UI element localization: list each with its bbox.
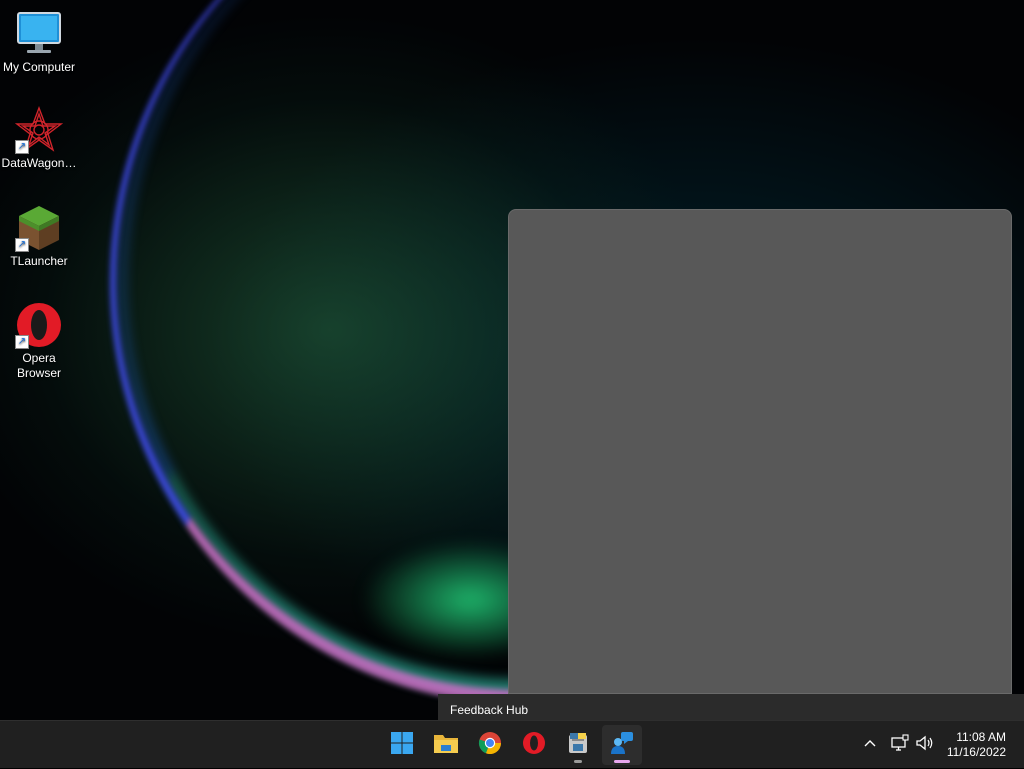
shortcut-arrow-icon: ↗ bbox=[15, 140, 29, 154]
taskbar-file-explorer[interactable] bbox=[426, 725, 466, 765]
taskbar: 11:08 AM 11/16/2022 bbox=[0, 720, 1024, 768]
opera-icon bbox=[522, 731, 546, 760]
desktop-icon-label: Opera Browser bbox=[16, 351, 61, 380]
desktop-icon-label: TLauncher bbox=[10, 254, 68, 268]
windows-start-icon bbox=[390, 731, 414, 760]
shortcut-arrow-icon: ↗ bbox=[15, 335, 29, 349]
desktop-icon-my-computer[interactable]: My Computer bbox=[0, 10, 78, 75]
python-disk-icon bbox=[566, 731, 590, 760]
desktop-icon-tlauncher[interactable]: ↗ TLauncher bbox=[0, 204, 78, 269]
taskbar-chrome[interactable] bbox=[470, 725, 510, 765]
datawagon-icon: ↗ bbox=[14, 106, 64, 154]
minecraft-grass-block-icon: ↗ bbox=[15, 204, 63, 252]
taskbar-python[interactable] bbox=[558, 725, 598, 765]
app-flyout-panel[interactable] bbox=[508, 209, 1012, 694]
network-icon bbox=[890, 733, 910, 757]
volume-button[interactable] bbox=[915, 721, 935, 769]
desktop-icon-opera-browser[interactable]: ↗ Opera Browser bbox=[0, 301, 78, 381]
taskbar-feedback-hub[interactable] bbox=[602, 725, 642, 765]
shortcut-arrow-icon: ↗ bbox=[15, 238, 29, 252]
network-button[interactable] bbox=[890, 721, 910, 769]
system-clock[interactable]: 11:08 AM 11/16/2022 bbox=[947, 730, 1006, 760]
running-indicator bbox=[574, 760, 582, 763]
opera-icon: ↗ bbox=[15, 301, 63, 349]
start-button[interactable] bbox=[382, 725, 422, 765]
taskbar-tooltip: Feedback Hub bbox=[438, 694, 1024, 720]
tray-overflow-button[interactable] bbox=[862, 721, 878, 769]
chevron-up-icon bbox=[862, 735, 878, 756]
desktop-icon-label: DataWagon… bbox=[1, 156, 77, 170]
clock-date: 11/16/2022 bbox=[946, 745, 1006, 759]
clock-time: 11:08 AM bbox=[956, 730, 1006, 744]
volume-icon bbox=[915, 734, 935, 757]
feedback-hub-icon bbox=[609, 730, 635, 761]
folder-icon bbox=[433, 731, 459, 760]
monitor-icon bbox=[15, 10, 63, 58]
chrome-icon bbox=[478, 731, 502, 760]
tooltip-text: Feedback Hub bbox=[450, 703, 529, 717]
desktop-icon-datawagon[interactable]: ↗ DataWagon… bbox=[0, 106, 78, 171]
taskbar-opera[interactable] bbox=[514, 725, 554, 765]
desktop-icon-label: My Computer bbox=[2, 60, 76, 74]
active-app-indicator bbox=[614, 760, 630, 763]
